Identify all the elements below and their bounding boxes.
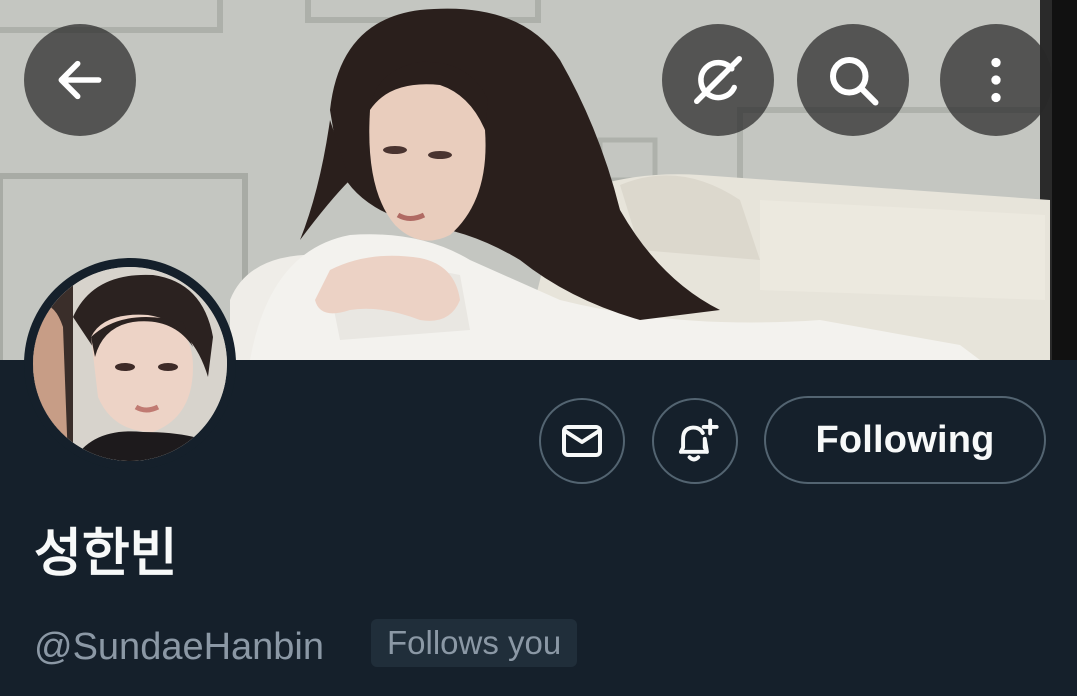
following-button[interactable]: Following xyxy=(764,396,1046,484)
search-button[interactable] xyxy=(797,24,909,136)
more-vertical-icon xyxy=(991,57,1001,103)
message-button[interactable] xyxy=(539,398,625,484)
grok-icon xyxy=(694,56,742,104)
back-button[interactable] xyxy=(24,24,136,136)
avatar-photo xyxy=(33,267,227,461)
profile-screen: Following 성한빈 @SundaeHanbin Follows you xyxy=(0,0,1077,696)
grok-button[interactable] xyxy=(662,24,774,136)
search-icon xyxy=(830,57,879,106)
arrow-left-icon xyxy=(58,60,102,100)
profile-display-name: 성한빈 xyxy=(34,524,178,584)
more-options-button[interactable] xyxy=(940,24,1052,136)
mail-icon xyxy=(562,425,602,457)
profile-handle: @SundaeHanbin xyxy=(34,626,325,668)
notifications-button[interactable] xyxy=(652,398,738,484)
follows-you-badge: Follows you xyxy=(371,619,578,667)
bell-plus-icon xyxy=(678,418,719,462)
avatar[interactable] xyxy=(24,258,236,470)
